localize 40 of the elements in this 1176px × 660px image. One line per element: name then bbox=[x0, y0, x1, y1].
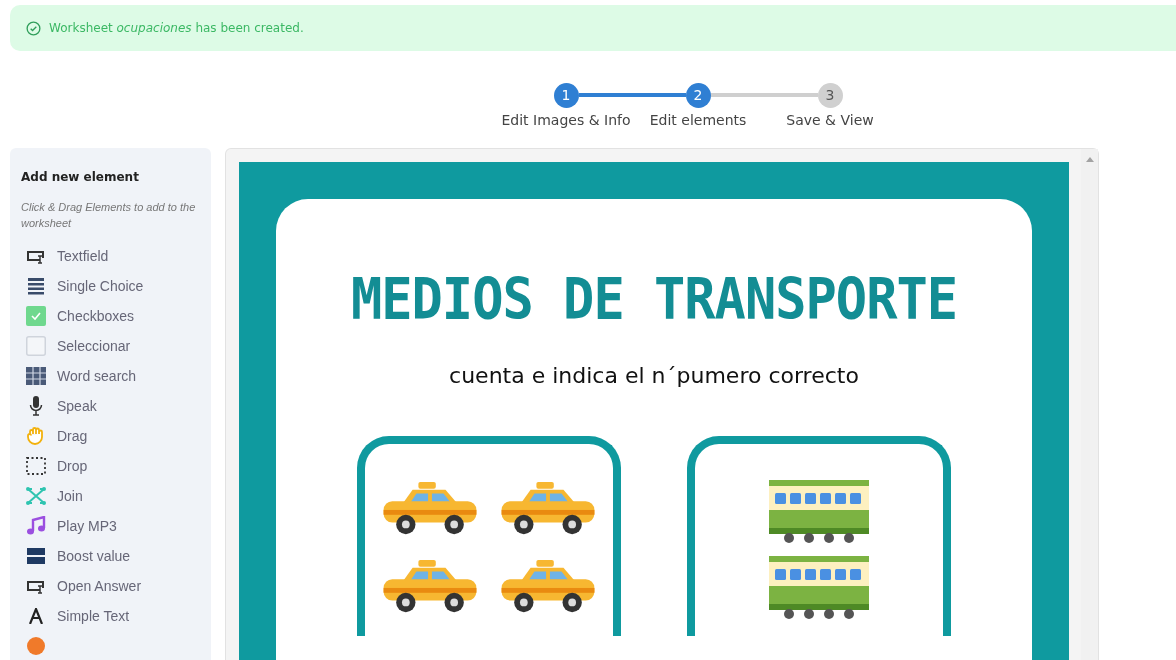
step-number[interactable]: 3 bbox=[817, 82, 843, 108]
step-number[interactable]: 2 bbox=[685, 82, 711, 108]
checkbox-icon bbox=[26, 306, 46, 326]
letter-icon bbox=[29, 608, 43, 624]
sidebar-title: Add new element bbox=[21, 170, 140, 184]
element-option[interactable]: Textfield bbox=[57, 248, 109, 264]
worksheet-title: MEDIOS DE TRANSPORTE bbox=[350, 266, 958, 332]
list-icon bbox=[27, 277, 45, 295]
microphone-icon bbox=[29, 396, 43, 416]
element-option[interactable]: Speak bbox=[57, 398, 97, 414]
cut-off-icon bbox=[27, 637, 45, 655]
stacked-bars-icon bbox=[27, 548, 45, 564]
textfield-icon bbox=[26, 578, 46, 594]
sidebar-hint: Click & Drag Elements to add to the worksheet bbox=[21, 200, 197, 231]
scroll-up-icon[interactable] bbox=[1086, 157, 1094, 162]
element-option[interactable]: Seleccionar bbox=[57, 338, 131, 354]
step-label[interactable]: Edit Images & Info bbox=[501, 112, 631, 128]
element-option[interactable]: Single Choice bbox=[57, 278, 144, 294]
element-option[interactable]: Drag bbox=[57, 428, 88, 444]
worksheet-subtitle: cuenta e indica el n´pumero correcto bbox=[449, 363, 859, 388]
element-option[interactable]: Open Answer bbox=[57, 578, 142, 594]
element-option[interactable]: Simple Text bbox=[57, 608, 130, 624]
hand-icon bbox=[26, 426, 46, 446]
empty-checkbox-icon bbox=[26, 336, 46, 356]
step-label[interactable]: Save & View bbox=[786, 112, 874, 128]
element-option[interactable]: Boost value bbox=[57, 548, 131, 564]
element-option[interactable]: Word search bbox=[57, 368, 137, 384]
check-circle-icon bbox=[26, 20, 41, 36]
element-option[interactable]: Join bbox=[57, 488, 83, 504]
join-icon bbox=[26, 487, 46, 505]
textfield-icon bbox=[26, 248, 46, 264]
dotted-square-icon bbox=[26, 457, 46, 475]
element-option[interactable]: Drop bbox=[57, 458, 88, 474]
notice-text: Worksheet ocupaciones has been created. bbox=[49, 21, 304, 35]
grid-icon bbox=[26, 367, 46, 385]
step-number[interactable]: 1 bbox=[553, 82, 579, 108]
step-label[interactable]: Edit elements bbox=[649, 112, 747, 128]
element-option[interactable]: Checkboxes bbox=[57, 308, 135, 324]
music-note-icon bbox=[26, 516, 46, 536]
element-option[interactable]: Play MP3 bbox=[57, 518, 117, 534]
